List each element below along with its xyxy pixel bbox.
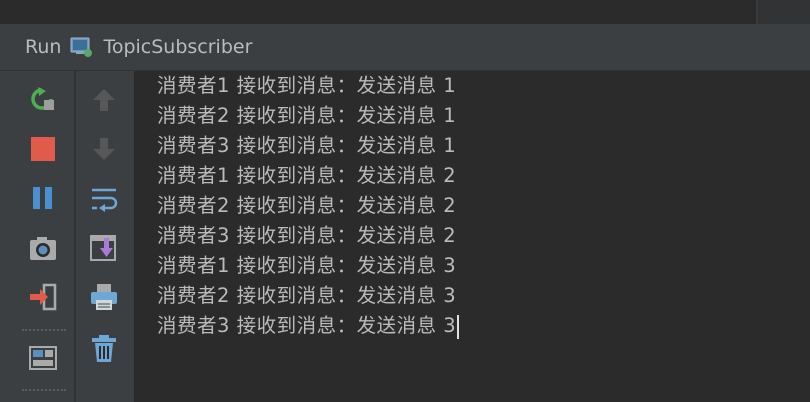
console-line-last: 消费者3 接收到消息：发送消息 3 bbox=[157, 311, 460, 341]
console-toolbar bbox=[76, 71, 135, 402]
arrow-up-icon[interactable] bbox=[89, 85, 119, 115]
run-configuration-name[interactable]: TopicSubscriber bbox=[103, 36, 252, 58]
camera-icon[interactable] bbox=[28, 233, 58, 263]
console-line: 消费者2 接收到消息：发送消息 2 bbox=[157, 194, 457, 217]
console-line-text: 消费者3 接收到消息：发送消息 3 bbox=[157, 314, 457, 337]
scroll-to-end-icon[interactable] bbox=[89, 233, 119, 263]
console-line: 消费者1 接收到消息：发送消息 3 bbox=[157, 254, 457, 277]
top-right-panel bbox=[758, 0, 810, 24]
top-strip bbox=[0, 0, 810, 24]
arrow-down-icon[interactable] bbox=[89, 134, 119, 164]
print-icon[interactable] bbox=[89, 282, 119, 312]
console-line: 消费者2 接收到消息：发送消息 1 bbox=[157, 104, 457, 127]
pause-icon[interactable] bbox=[28, 183, 58, 213]
text-caret bbox=[457, 314, 460, 339]
layout-icon[interactable] bbox=[28, 343, 58, 373]
console-output[interactable]: 消费者1 接收到消息：发送消息 1 消费者2 接收到消息：发送消息 1 消费者3… bbox=[135, 71, 810, 402]
console-line: 消费者1 接收到消息：发送消息 1 bbox=[157, 74, 457, 97]
console-line: 消费者1 接收到消息：发送消息 2 bbox=[157, 164, 457, 187]
exit-icon[interactable] bbox=[28, 282, 58, 312]
console-line: 消费者2 接收到消息：发送消息 3 bbox=[157, 284, 457, 307]
left-toolbar bbox=[0, 71, 76, 402]
stop-icon[interactable] bbox=[28, 134, 58, 164]
soft-wrap-icon[interactable] bbox=[89, 183, 119, 213]
toolbar-separator bbox=[22, 329, 66, 331]
run-label: Run bbox=[25, 36, 62, 58]
console-line: 消费者3 接收到消息：发送消息 1 bbox=[157, 134, 457, 157]
console-line: 消费者3 接收到消息：发送消息 2 bbox=[157, 224, 457, 247]
run-tool-window-header: Run TopicSubscriber bbox=[0, 24, 810, 71]
trash-icon[interactable] bbox=[89, 333, 119, 363]
toolbar-separator-bottom bbox=[22, 389, 66, 391]
run-configuration-icon bbox=[69, 36, 93, 58]
rerun-icon[interactable] bbox=[28, 85, 58, 115]
